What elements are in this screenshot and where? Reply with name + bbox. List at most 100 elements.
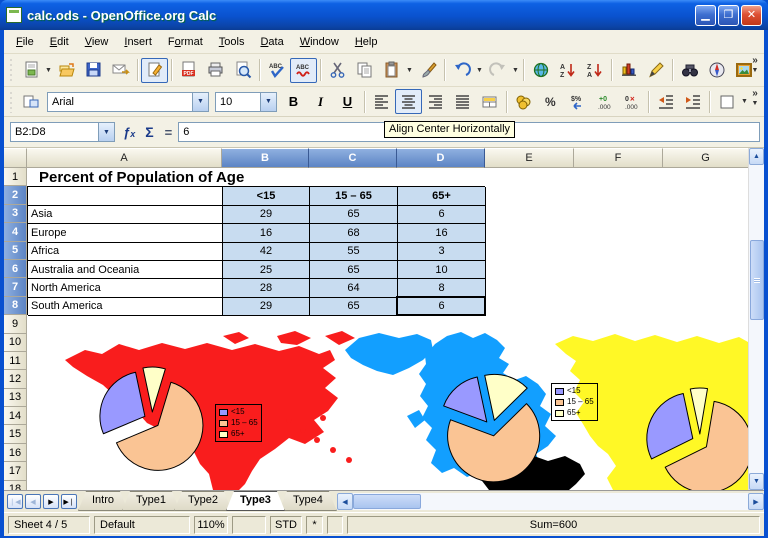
menu-item-tools[interactable]: Tools (211, 33, 253, 51)
hyperlink-button[interactable] (527, 58, 554, 83)
map-arctic-island[interactable] (277, 331, 311, 345)
row-header-6[interactable]: 6 (4, 260, 27, 278)
map-arctic-island[interactable] (325, 331, 355, 345)
table-cell-5-1[interactable]: 65 (310, 298, 398, 316)
map-british-isles[interactable] (407, 410, 425, 428)
column-header-a[interactable]: A (27, 148, 222, 168)
horizontal-scroll-track[interactable] (421, 493, 748, 510)
spellcheck-button[interactable]: ABC (263, 58, 290, 83)
table-cell-0-1[interactable]: 65 (310, 206, 398, 224)
merge-cells-button[interactable] (476, 89, 503, 114)
title-bar[interactable]: calc.ods - OpenOffice.org Calc ▁ ❐ ✕ (0, 0, 768, 30)
styles-button[interactable] (17, 89, 44, 114)
row-header-18[interactable]: 18 (4, 481, 27, 490)
table-row-name-0[interactable]: Asia (28, 206, 223, 224)
function-icon[interactable]: = (165, 125, 173, 140)
last-sheet-button[interactable]: ▶❘ (61, 494, 77, 509)
row-header-11[interactable]: 11 (4, 352, 27, 370)
table-header-0[interactable]: <15 (223, 187, 310, 205)
chart-legend[interactable]: <1515 – 6565+ (215, 404, 262, 442)
menu-item-insert[interactable]: Insert (116, 33, 160, 51)
row-header-5[interactable]: 5 (4, 242, 27, 260)
new-document-button[interactable] (17, 58, 44, 83)
decrease-indent-button[interactable] (652, 89, 679, 114)
cell-a2[interactable] (28, 187, 223, 205)
toolbar-grip[interactable] (8, 57, 15, 83)
currency-format-button[interactable] (510, 89, 537, 114)
table-cell-5-0[interactable]: 29 (223, 298, 310, 316)
table-cell-4-1[interactable]: 64 (310, 279, 398, 297)
chart-legend[interactable]: <1515 – 6565+ (551, 383, 598, 421)
close-button[interactable]: ✕ (741, 5, 762, 26)
sheet-tab-type1[interactable]: Type1 (122, 491, 180, 511)
menu-item-data[interactable]: Data (252, 33, 291, 51)
delete-decimal-button[interactable]: 0×.000 (618, 89, 645, 114)
paste-dropdown-arrow[interactable]: ▼ (405, 58, 414, 83)
row-header-4[interactable]: 4 (4, 223, 27, 241)
column-header-f[interactable]: F (574, 148, 663, 168)
menu-item-file[interactable]: File (8, 33, 42, 51)
percent-format-button[interactable]: % (537, 89, 564, 114)
scroll-up-icon[interactable]: ▲ (749, 148, 764, 165)
select-all-corner[interactable] (4, 148, 27, 168)
add-decimal-button[interactable]: +0.000 (591, 89, 618, 114)
status-insert-mode[interactable] (232, 516, 266, 534)
grid-canvas[interactable]: Percent of Population of Age <1515 – 656… (27, 168, 748, 490)
table-row-name-1[interactable]: Europe (28, 224, 223, 242)
row-header-15[interactable]: 15 (4, 425, 27, 443)
row-header-13[interactable]: 13 (4, 389, 27, 407)
table-cell-2-1[interactable]: 55 (310, 243, 398, 261)
undo-button[interactable] (448, 58, 475, 83)
status-page-style[interactable]: Default (94, 516, 190, 534)
map-greenland[interactable] (345, 333, 433, 375)
table-cell-2-2[interactable]: 3 (398, 243, 486, 261)
insert-chart-button[interactable] (615, 58, 642, 83)
vertical-scrollbar[interactable]: ▲ ▼ (748, 148, 764, 490)
name-box-dropdown-icon[interactable]: ▼ (98, 123, 114, 141)
align-left-button[interactable] (368, 89, 395, 114)
menu-item-edit[interactable]: Edit (42, 33, 77, 51)
status-signature[interactable] (327, 516, 343, 534)
table-cell-1-0[interactable]: 16 (223, 224, 310, 242)
cell-reference-input[interactable] (11, 125, 98, 139)
table-header-2[interactable]: 65+ (398, 187, 486, 205)
table-row-name-3[interactable]: Australia and Oceania (28, 261, 223, 279)
font-size-input[interactable] (216, 95, 260, 109)
row-header-17[interactable]: 17 (4, 462, 27, 480)
table-cell-1-2[interactable]: 16 (398, 224, 486, 242)
email-button[interactable] (107, 58, 134, 83)
table-cell-0-2[interactable]: 6 (398, 206, 486, 224)
increase-indent-button[interactable] (679, 89, 706, 114)
menu-item-window[interactable]: Window (292, 33, 347, 51)
font-name-dropdown-icon[interactable]: ▼ (192, 93, 208, 111)
underline-button[interactable]: U (334, 89, 361, 114)
scroll-right-icon[interactable]: ▶ (748, 493, 764, 510)
sheet-tab-type3[interactable]: Type3 (226, 491, 285, 511)
row-header-2[interactable]: 2 (4, 186, 27, 204)
table-cell-3-2[interactable]: 10 (398, 261, 486, 279)
column-header-e[interactable]: E (485, 148, 574, 168)
table-cell-3-0[interactable]: 25 (223, 261, 310, 279)
toolbar-overflow-button[interactable]: »▼ (748, 56, 762, 75)
status-zoom[interactable]: 110% (194, 516, 228, 534)
open-button[interactable] (53, 58, 80, 83)
draw-functions-button[interactable] (642, 58, 669, 83)
name-box[interactable]: ▼ (10, 122, 115, 142)
table-cell-2-0[interactable]: 42 (223, 243, 310, 261)
table-header-1[interactable]: 15 – 65 (310, 187, 398, 205)
sheet-tab-type4[interactable]: Type4 (279, 491, 337, 511)
sort-descending-button[interactable]: ZA (581, 58, 608, 83)
toolbar-grip[interactable] (8, 90, 15, 113)
row-header-8[interactable]: 8 (4, 297, 27, 315)
column-header-d[interactable]: D (397, 148, 485, 168)
scroll-left-icon[interactable]: ◀ (337, 493, 353, 510)
sheet-tab-type2[interactable]: Type2 (174, 491, 232, 511)
export-pdf-button[interactable]: PDF (175, 58, 202, 83)
sort-ascending-button[interactable]: AZ (554, 58, 581, 83)
function-wizard-icon[interactable]: ƒx (123, 125, 135, 140)
italic-button[interactable]: I (307, 89, 334, 114)
status-selection-mode[interactable]: STD (270, 516, 302, 534)
next-sheet-button[interactable]: ▶ (43, 494, 59, 509)
row-header-3[interactable]: 3 (4, 205, 27, 223)
font-size-combobox[interactable]: ▼ (215, 92, 277, 112)
